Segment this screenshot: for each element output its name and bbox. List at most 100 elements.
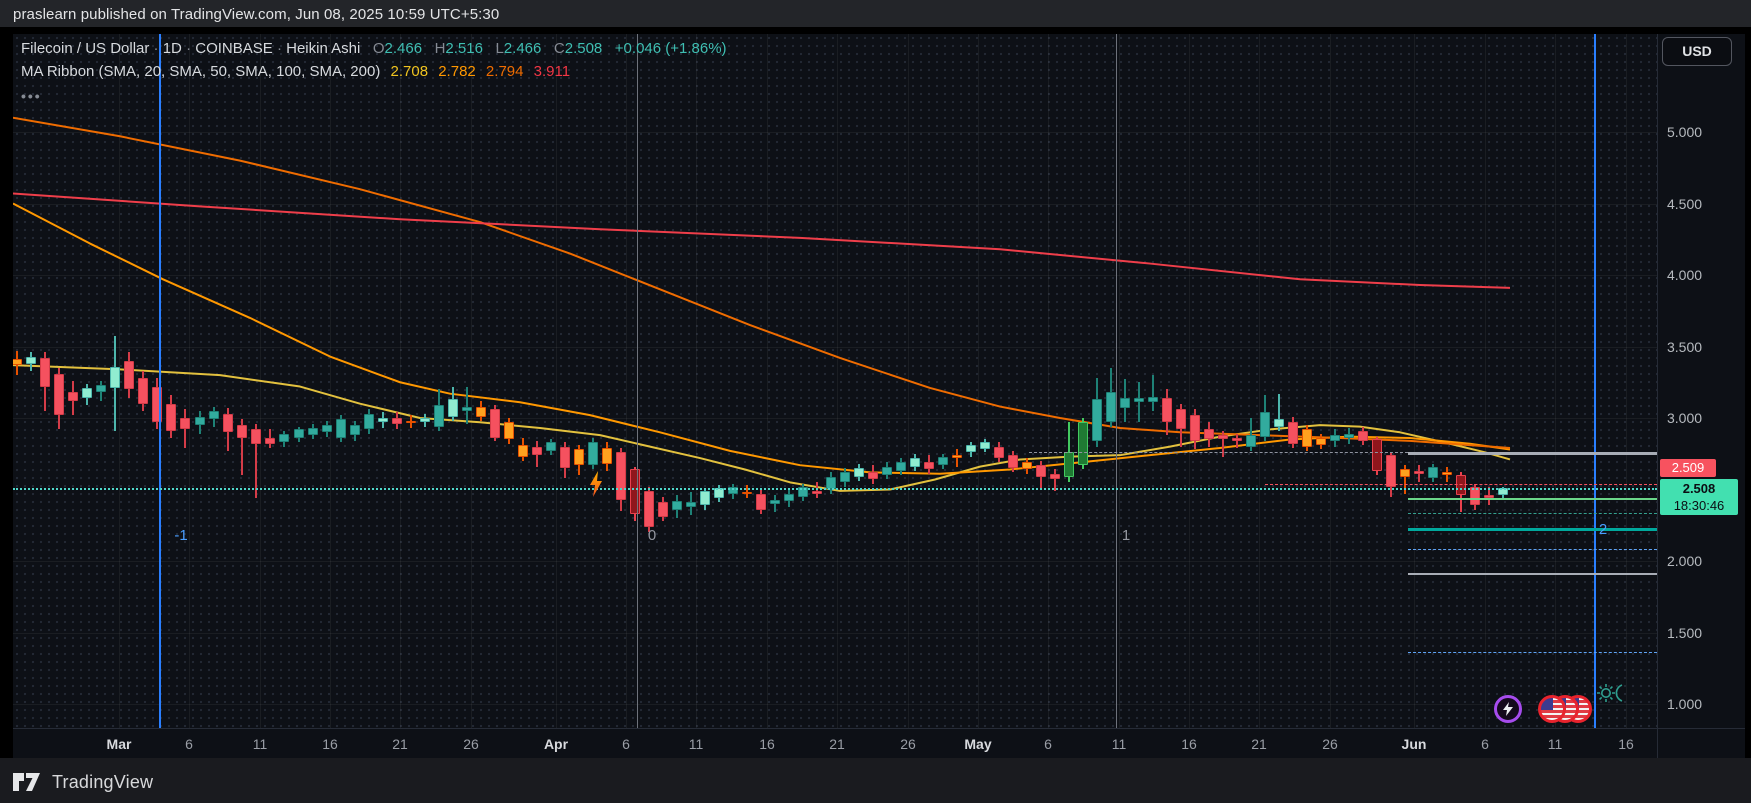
time-axis[interactable]: Mar611162126Apr611162126May611162126Jun6… (13, 728, 1657, 758)
candle (588, 442, 598, 465)
time-tick-label: 11 (1112, 736, 1127, 752)
candle (1372, 439, 1382, 470)
drawing-horizontal-line[interactable] (1265, 484, 1657, 485)
candle (938, 457, 948, 466)
candle-wick (466, 387, 468, 424)
drawing-horizontal-line[interactable] (1408, 513, 1657, 514)
candle (812, 491, 822, 494)
price-tick-label: 5.000 (1667, 124, 1702, 140)
candle (279, 434, 289, 443)
candle (1190, 415, 1200, 441)
candle (110, 367, 120, 388)
price-tick-label: 1.000 (1667, 696, 1702, 712)
candle (924, 462, 934, 469)
price-tick-label: 4.000 (1667, 267, 1702, 283)
drawing-vertical-line[interactable] (1116, 34, 1117, 728)
drawing-label: 0 (648, 527, 656, 544)
time-tick-label: 16 (759, 736, 775, 752)
us-flag-event-icon[interactable] (1538, 695, 1566, 723)
candle (952, 455, 962, 458)
price-tick-label: 3.500 (1667, 339, 1702, 355)
candle (560, 447, 570, 468)
drawing-label: 2 (1599, 521, 1607, 538)
candle (1400, 469, 1410, 476)
symbol-title: Filecoin / US Dollar (21, 40, 149, 57)
indicator-value: 3.911 (529, 63, 570, 80)
currency-unit-button[interactable]: USD (1662, 37, 1732, 66)
candle (406, 421, 416, 423)
candle (966, 445, 976, 452)
candle (251, 429, 261, 443)
candle (364, 414, 374, 430)
publication-bar: praslearn published on TradingView.com, … (0, 0, 1751, 30)
candle (1162, 398, 1172, 422)
candle (854, 468, 864, 477)
drawing-horizontal-line[interactable] (1408, 498, 1657, 500)
candle (504, 422, 514, 439)
drawing-horizontal-line[interactable] (1029, 452, 1408, 453)
indicator-row[interactable]: MA Ribbon (SMA, 20, SMA, 50, SMA, 100, S… (21, 63, 727, 86)
indicator-title: MA Ribbon (SMA, 20, SMA, 50, SMA, 100, S… (21, 63, 380, 80)
chart-type-label: Heikin Ashi (286, 40, 360, 57)
candle (68, 392, 78, 401)
legend-more-icon[interactable]: ••• (21, 88, 42, 104)
indicator-value: 2.782 (434, 63, 476, 80)
current-price-value: 2.508 (1660, 480, 1738, 497)
candle (1428, 467, 1438, 478)
candle (518, 445, 528, 456)
drawing-horizontal-line[interactable] (1408, 652, 1657, 653)
ma-line-sma-200 (13, 193, 1510, 287)
drawing-horizontal-line[interactable] (1408, 452, 1657, 455)
candle (1274, 419, 1284, 426)
candle (209, 411, 219, 420)
indicator-value: 2.708 (391, 63, 429, 80)
candle (265, 438, 275, 444)
candle (308, 428, 318, 435)
time-tick-label: 6 (1481, 736, 1489, 752)
tradingview-published-chart: praslearn published on TradingView.com, … (0, 0, 1751, 803)
tradingview-logo[interactable]: TradingView (13, 770, 153, 794)
price-axis[interactable]: 5.0004.5004.0003.5003.0002.0001.5001.000… (1657, 34, 1745, 728)
candle (1078, 422, 1088, 465)
lightning-emoji-sticker[interactable] (588, 471, 604, 497)
time-tick-label: 6 (185, 736, 193, 752)
bottom-brand-bar: TradingView (0, 758, 1751, 803)
candle (1288, 422, 1298, 443)
current-price-countdown-badge: 2.50818:30:46 (1660, 479, 1738, 515)
candle (195, 417, 205, 426)
symbol-row[interactable]: Filecoin / US Dollar · 1D · COINBASE · H… (21, 40, 727, 63)
candle (644, 491, 654, 527)
drawing-horizontal-line[interactable] (1408, 573, 1657, 575)
candle (166, 404, 176, 431)
candle (223, 414, 233, 433)
candle (602, 448, 612, 464)
candle (1442, 472, 1452, 475)
time-tick-label: 11 (1548, 736, 1563, 752)
chart-plot-area[interactable]: -1012 (13, 34, 1657, 728)
candle (1134, 398, 1144, 402)
candle (616, 452, 626, 499)
candle (1022, 462, 1032, 469)
event-lightning-icon[interactable] (1494, 695, 1522, 723)
candle (13, 359, 22, 365)
price-tick-label: 4.500 (1667, 196, 1702, 212)
drawing-vertical-line[interactable] (637, 34, 638, 728)
candle (882, 467, 892, 476)
time-tick-label: 21 (1251, 736, 1267, 752)
last-price-badge: 2.509 (1660, 459, 1716, 477)
drawing-vertical-line[interactable] (159, 34, 161, 728)
time-tick-label: Jun (1402, 736, 1427, 752)
drawing-horizontal-line[interactable] (1408, 549, 1657, 550)
candle (868, 472, 878, 479)
change-value: +0.046 (+1.86%) (615, 40, 727, 57)
candle-wick (1152, 375, 1154, 411)
drawing-vertical-line[interactable] (1594, 34, 1596, 728)
candle (392, 418, 402, 424)
chart-legend: Filecoin / US Dollar · 1D · COINBASE · H… (21, 40, 727, 111)
chart-widget: -1012 5.0004.5004.0003.5003.0002.0001.50… (13, 34, 1745, 758)
candle (980, 442, 990, 449)
drawing-horizontal-line[interactable] (13, 488, 1657, 490)
candle (1330, 435, 1340, 441)
candle (350, 425, 360, 435)
drawing-horizontal-line[interactable] (1408, 528, 1657, 531)
